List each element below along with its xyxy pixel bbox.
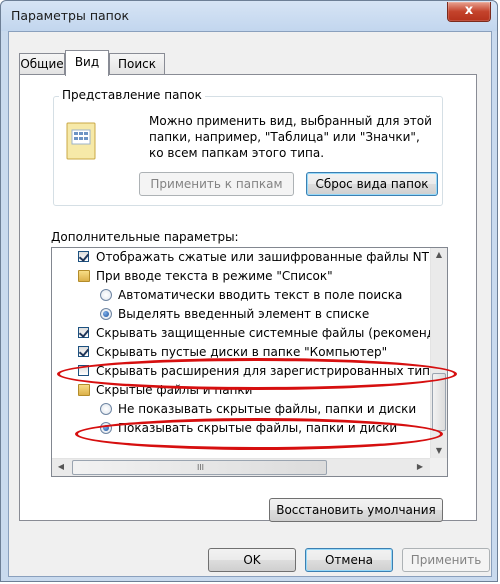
tab-view[interactable]: Вид bbox=[65, 50, 109, 76]
ok-button[interactable]: OK bbox=[208, 548, 296, 572]
restore-defaults-button[interactable]: Восстановить умолчания bbox=[269, 498, 443, 522]
folder-view-description: Можно применить вид, выбранный для этой … bbox=[149, 113, 469, 161]
vertical-scroll-thumb[interactable] bbox=[432, 373, 446, 431]
apply-button[interactable]: Применить bbox=[402, 548, 490, 572]
radio-button-selected[interactable] bbox=[100, 308, 112, 320]
reset-folders-button[interactable]: Сброс вида папок bbox=[306, 172, 438, 196]
folder-icon bbox=[78, 270, 90, 282]
vertical-scrollbar[interactable]: ▲ ▼ bbox=[430, 248, 447, 460]
advanced-settings-list[interactable]: Отображать сжатые или зашифрованные файл… bbox=[51, 247, 448, 477]
close-button[interactable]: x bbox=[447, 2, 491, 22]
advanced-settings-label: Дополнительные параметры: bbox=[51, 230, 239, 244]
apply-to-folders-button[interactable]: Применить к папкам bbox=[139, 172, 294, 196]
cancel-button[interactable]: Отмена bbox=[305, 548, 393, 572]
folder-view-group: Представление папок Можно применить вид,… bbox=[53, 88, 443, 206]
window-title: Параметры папок bbox=[11, 8, 130, 23]
checkbox-checked[interactable] bbox=[78, 251, 89, 262]
description-line: ко всем папкам этого типа. bbox=[149, 146, 325, 160]
checkbox-checked[interactable] bbox=[78, 327, 89, 338]
scroll-up-icon[interactable]: ▲ bbox=[431, 250, 447, 259]
scroll-left-icon[interactable]: ◀ bbox=[55, 462, 67, 471]
radio-button-selected[interactable] bbox=[100, 422, 112, 434]
folder-view-group-title: Представление папок bbox=[59, 88, 205, 102]
checkbox-checked[interactable] bbox=[78, 346, 89, 357]
checkbox-unchecked[interactable] bbox=[78, 365, 89, 376]
folder-icon bbox=[78, 384, 90, 396]
scroll-down-icon[interactable]: ▼ bbox=[431, 446, 447, 455]
description-line: папки, например, "Таблица" или "Значки", bbox=[149, 130, 420, 144]
scrollbar-corner bbox=[430, 458, 447, 476]
scroll-right-icon[interactable]: ▶ bbox=[414, 462, 426, 471]
radio-button[interactable] bbox=[100, 289, 112, 301]
folder-view-icon bbox=[66, 122, 96, 160]
scroll-grip-icon: III bbox=[196, 463, 205, 472]
tab-general[interactable]: Общие bbox=[19, 53, 65, 75]
folder-options-window: Параметры папок x Общие Вид Поиск Предст… bbox=[0, 0, 498, 582]
description-line: Можно применить вид, выбранный для этой bbox=[149, 114, 432, 128]
tab-search[interactable]: Поиск bbox=[109, 53, 165, 75]
radio-button[interactable] bbox=[100, 403, 112, 415]
horizontal-scroll-thumb[interactable]: III bbox=[72, 460, 327, 475]
title-bar[interactable]: Параметры папок x bbox=[1, 1, 497, 31]
horizontal-scrollbar[interactable]: ◀ III ▶ bbox=[52, 458, 431, 476]
